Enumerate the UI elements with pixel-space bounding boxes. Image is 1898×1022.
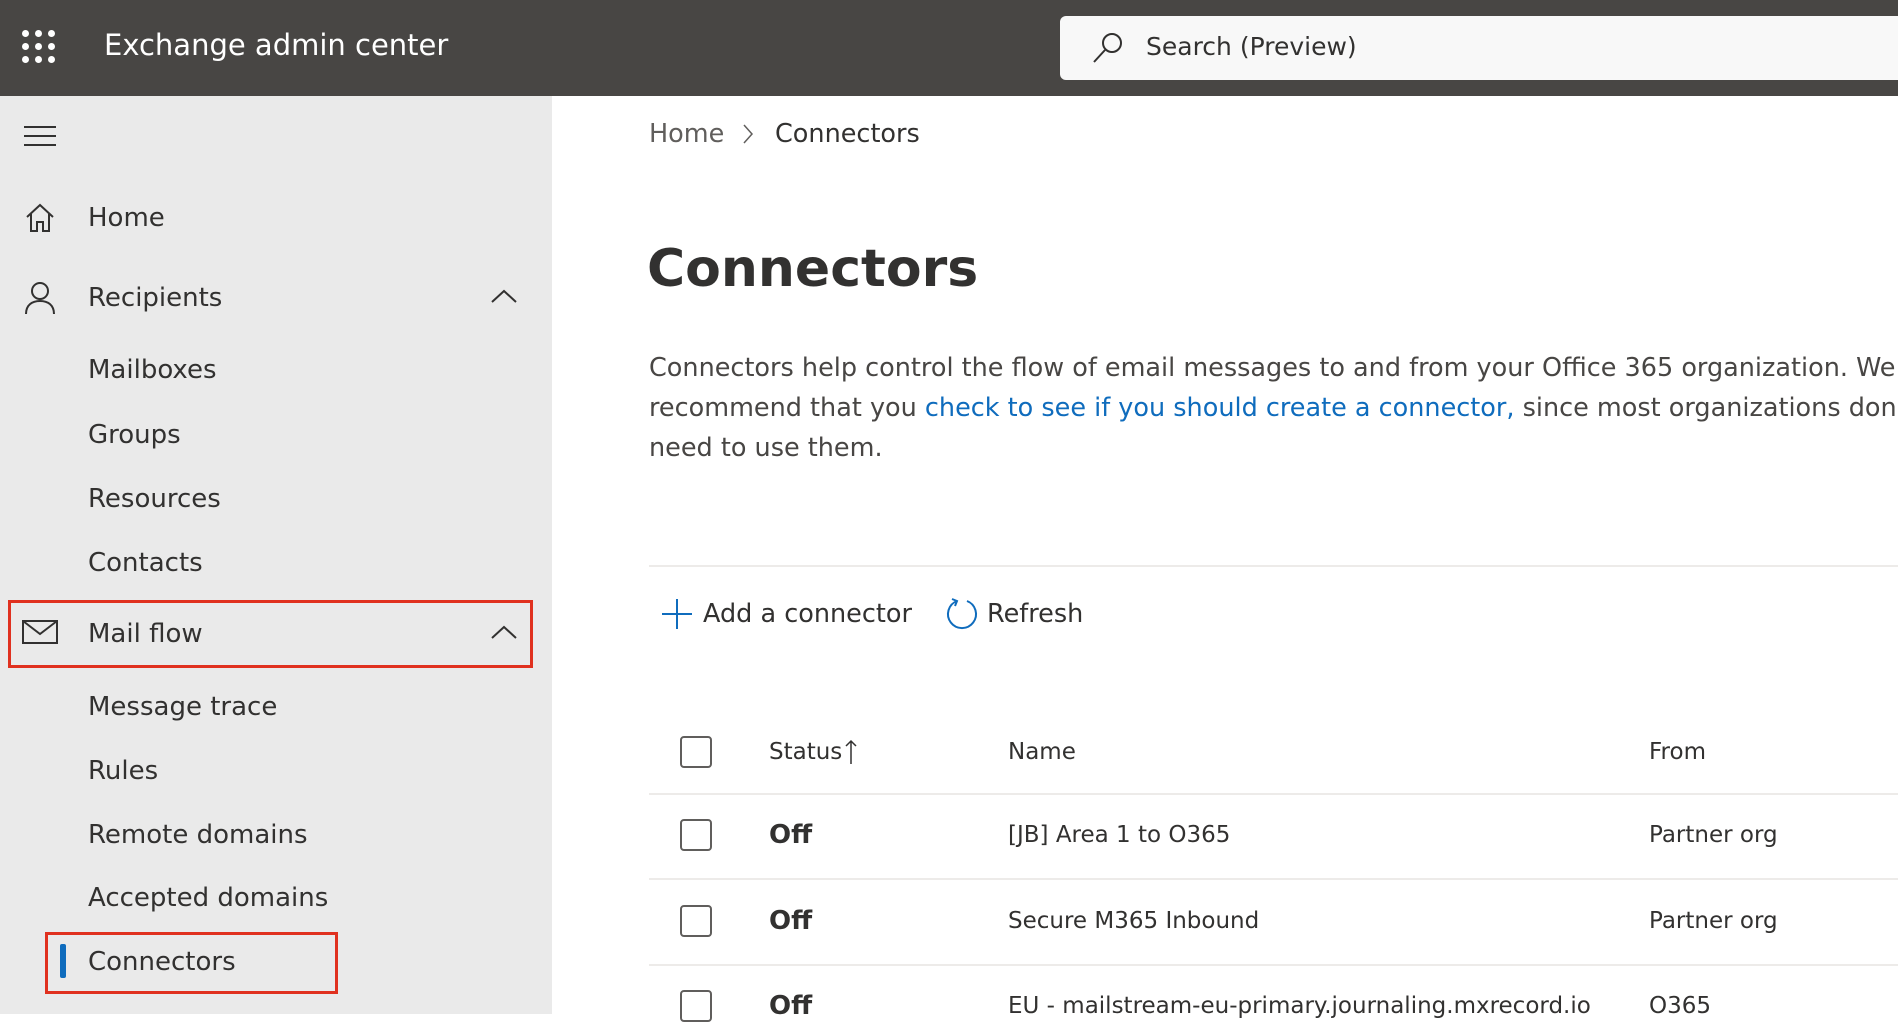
row-from: Partner org — [1649, 908, 1778, 934]
page-description: Connectors help control the flow of emai… — [649, 348, 1898, 468]
app-launcher-icon[interactable] — [22, 30, 56, 64]
row-name[interactable]: EU - mailstream-eu-primary.journaling.mx… — [1008, 993, 1591, 1019]
refresh-icon — [947, 598, 977, 629]
refresh-label: Refresh — [987, 599, 1084, 629]
row-checkbox[interactable] — [680, 819, 712, 851]
sort-ascending-icon — [845, 739, 857, 764]
search-input[interactable]: Search (Preview) — [1060, 16, 1898, 80]
search-placeholder: Search (Preview) — [1146, 32, 1357, 61]
row-name[interactable]: Secure M365 Inbound — [1008, 908, 1259, 934]
sidebar-item-home[interactable]: Home — [88, 203, 165, 233]
select-all-checkbox[interactable] — [680, 736, 712, 768]
person-icon — [25, 282, 55, 315]
column-header-name[interactable]: Name — [1008, 739, 1076, 765]
sidebar-item-groups[interactable]: Groups — [88, 420, 181, 450]
chevron-right-icon — [743, 124, 754, 144]
add-connector-label: Add a connector — [703, 599, 912, 629]
column-header-status[interactable]: Status — [769, 739, 842, 765]
hamburger-icon[interactable] — [24, 125, 56, 147]
breadcrumb-home[interactable]: Home — [649, 119, 724, 149]
row-checkbox[interactable] — [680, 905, 712, 937]
row-checkbox[interactable] — [680, 990, 712, 1022]
sidebar-item-recipients[interactable]: Recipients — [88, 283, 222, 313]
main-content: Home Connectors Connectors Connectors he… — [552, 96, 1898, 1022]
plus-icon — [662, 599, 692, 629]
home-icon — [26, 203, 54, 232]
sidebar-item-contacts[interactable]: Contacts — [88, 548, 203, 578]
sidebar-item-message-trace[interactable]: Message trace — [88, 692, 277, 722]
refresh-button[interactable]: Refresh — [945, 594, 1083, 634]
sidebar-item-mailboxes[interactable]: Mailboxes — [88, 355, 217, 385]
column-header-from[interactable]: From — [1649, 739, 1706, 765]
row-status: Off — [769, 820, 813, 850]
row-status: Off — [769, 906, 813, 936]
highlight-box-connectors — [45, 932, 338, 994]
breadcrumb-current: Connectors — [775, 119, 920, 149]
add-connector-button[interactable]: Add a connector — [661, 594, 912, 634]
sidebar-item-resources[interactable]: Resources — [88, 484, 221, 514]
create-connector-link[interactable]: check to see if you should create a conn… — [925, 393, 1515, 423]
sidebar: Home Recipients Mailboxes Groups Resourc… — [0, 96, 552, 1014]
divider — [649, 565, 1898, 567]
row-from: O365 — [1649, 993, 1712, 1019]
row-from: Partner org — [1649, 822, 1778, 848]
page-title: Connectors — [647, 239, 979, 299]
sidebar-item-remote-domains[interactable]: Remote domains — [88, 820, 308, 850]
search-icon — [1093, 33, 1122, 63]
app-title: Exchange admin center — [104, 28, 449, 62]
divider — [649, 964, 1898, 966]
row-status: Off — [769, 991, 813, 1021]
sidebar-item-rules[interactable]: Rules — [88, 756, 158, 786]
highlight-box-mail-flow — [8, 600, 533, 668]
divider — [649, 878, 1898, 880]
top-bar: Exchange admin center Search (Preview) — [0, 0, 1898, 96]
chevron-up-icon[interactable] — [490, 288, 518, 304]
divider — [649, 793, 1898, 795]
row-name[interactable]: [JB] Area 1 to O365 — [1008, 822, 1230, 848]
sidebar-item-accepted-domains[interactable]: Accepted domains — [88, 883, 328, 913]
